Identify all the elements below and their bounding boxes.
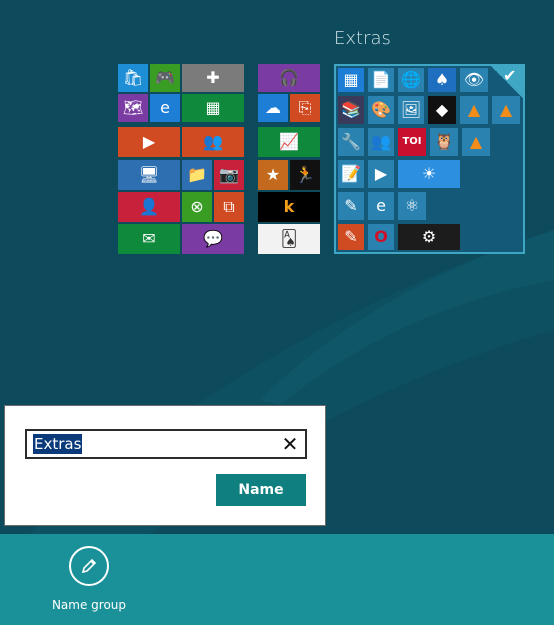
group-name-input-value[interactable]: Extras bbox=[33, 434, 83, 454]
pinwheel-icon: ✚ bbox=[206, 68, 220, 87]
folder-icon: 📁 bbox=[187, 165, 207, 184]
close-icon[interactable]: ✕ bbox=[279, 433, 301, 455]
shopping-bag-icon: 🛍 bbox=[122, 68, 144, 87]
solitaire-tile[interactable]: 🂡 bbox=[258, 224, 320, 254]
xbox-tile[interactable]: ⊗ bbox=[182, 192, 212, 222]
stocks-tile[interactable]: 📈 bbox=[258, 127, 320, 157]
remote-desktop-tile[interactable]: ⎘ bbox=[290, 94, 320, 122]
game-tile-1[interactable]: ★ bbox=[258, 160, 288, 190]
people-tile[interactable]: 👥 bbox=[182, 127, 244, 157]
kindle-tile[interactable]: k bbox=[258, 192, 320, 222]
group-title[interactable]: Extras bbox=[334, 28, 391, 49]
camera-tile[interactable]: 📷 bbox=[214, 160, 244, 190]
reader-icon: ⧉ bbox=[223, 197, 235, 216]
contact-card-icon: 👤 bbox=[139, 197, 159, 216]
music-tile[interactable]: 🎧 bbox=[258, 64, 320, 92]
finance-tile[interactable]: ▦ bbox=[182, 94, 244, 122]
store-tile[interactable]: 🛍 bbox=[118, 64, 148, 92]
game-icon: ★ bbox=[265, 165, 281, 184]
messaging-tile[interactable]: 💬 bbox=[182, 224, 244, 254]
chat-icon: 💬 bbox=[203, 229, 223, 248]
xbox-icon: ⊗ bbox=[190, 197, 204, 216]
pencil-icon bbox=[69, 546, 109, 586]
name-group-dialog: Extras ✕ Name bbox=[4, 405, 326, 526]
games-tile[interactable]: 🎮 bbox=[150, 64, 180, 92]
game-tile-2[interactable]: 🏃 bbox=[290, 160, 320, 190]
mail-icon: ✉ bbox=[142, 229, 156, 248]
skydrive-tile[interactable]: ☁ bbox=[258, 94, 288, 122]
camera-icon: 📷 bbox=[219, 165, 239, 184]
ie-icon: e bbox=[160, 98, 170, 117]
cloud-icon: ☁ bbox=[265, 98, 281, 117]
desktop-tile[interactable]: 🖥 bbox=[118, 160, 180, 190]
kindle-icon: k bbox=[283, 197, 295, 216]
chart-icon: 📈 bbox=[279, 132, 299, 151]
desktop-icon: 🖥 bbox=[138, 165, 160, 184]
group-name-field[interactable]: Extras ✕ bbox=[25, 429, 307, 459]
checkmark-icon: ✔ bbox=[503, 66, 517, 85]
internet-explorer-tile[interactable]: e bbox=[150, 94, 180, 122]
video-tile[interactable]: ▶ bbox=[118, 127, 180, 157]
grid-icon: ▦ bbox=[205, 98, 221, 117]
people-icon: 👥 bbox=[203, 132, 223, 151]
play-icon: ▶ bbox=[142, 132, 156, 151]
reader-tile[interactable]: ⧉ bbox=[214, 192, 244, 222]
cards-icon: 🂡 bbox=[280, 229, 298, 248]
explorer-tile[interactable]: 📁 bbox=[182, 160, 212, 190]
remote-desktop-icon: ⎘ bbox=[298, 98, 312, 117]
headphones-icon: 🎧 bbox=[279, 68, 299, 87]
name-group-button[interactable]: Name group bbox=[44, 546, 134, 616]
map-icon: 🗺 bbox=[122, 98, 144, 117]
name-group-label: Name group bbox=[51, 598, 127, 612]
name-button[interactable]: Name bbox=[216, 474, 306, 506]
photos-tile[interactable]: ✚ bbox=[182, 64, 244, 92]
maps-tile[interactable]: 🗺 bbox=[118, 94, 148, 122]
app-bar: Name group bbox=[0, 534, 554, 625]
runner-icon: 🏃 bbox=[295, 165, 315, 184]
game-controller-icon: 🎮 bbox=[155, 68, 175, 87]
mail-tile[interactable]: ✉ bbox=[118, 224, 180, 254]
contacts-tile[interactable]: 👤 bbox=[118, 192, 180, 222]
